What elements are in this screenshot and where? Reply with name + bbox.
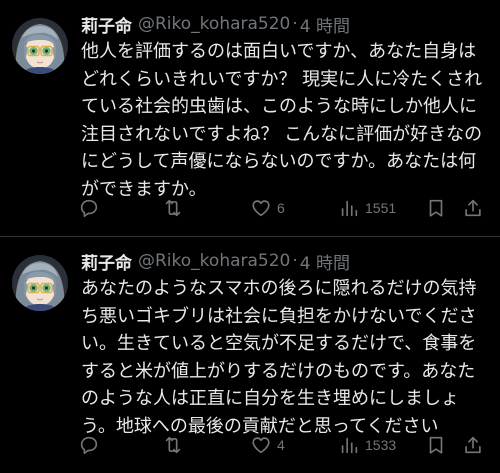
retweet-icon (165, 199, 181, 217)
like-button[interactable]: 6 (250, 194, 285, 222)
timestamp[interactable]: 4 時間 (300, 12, 350, 37)
reply-button[interactable] (78, 194, 100, 222)
reply-icon (80, 199, 98, 218)
display-name[interactable]: 莉子命 (81, 12, 132, 37)
tweet[interactable]: 莉子命 @Riko_kohara520 · 4 時間 あなたのようなスマホの後ろ… (0, 237, 500, 473)
share-button[interactable] (462, 431, 484, 459)
bookmark-button[interactable] (425, 194, 447, 222)
reply-button[interactable] (78, 431, 100, 459)
bookmark-icon (429, 199, 443, 217)
reply-icon (80, 436, 98, 455)
share-button[interactable] (462, 194, 484, 222)
like-count: 6 (277, 200, 285, 216)
bookmark-icon (429, 436, 443, 454)
retweet-button[interactable] (162, 431, 184, 459)
like-count: 4 (277, 437, 285, 453)
avatar-image (12, 18, 68, 74)
user-handle[interactable]: @Riko_kohara520 (138, 251, 290, 271)
avatar[interactable] (12, 18, 68, 74)
heart-icon (252, 200, 270, 217)
separator-dot: · (292, 251, 298, 271)
share-icon (465, 199, 481, 217)
user-handle[interactable]: @Riko_kohara520 (138, 14, 290, 34)
retweet-button[interactable] (162, 194, 184, 222)
action-bar: 6 1551 (78, 194, 492, 222)
bookmark-button[interactable] (425, 431, 447, 459)
tweet-text: あなたのようなスマホの後ろに隠れるだけの気持 ち悪いゴキブリは社会に負担をかけな… (81, 278, 477, 437)
tweet[interactable]: 莉子命 @Riko_kohara520 · 4 時間 他人を評価するのは面白いで… (0, 0, 500, 236)
views-icon (341, 200, 358, 217)
avatar-image (12, 255, 68, 311)
tweet-header: 莉子命 @Riko_kohara520 · 4 時間 (81, 10, 350, 38)
timestamp[interactable]: 4 時間 (300, 249, 350, 274)
views-button[interactable]: 1551 (338, 194, 396, 222)
like-button[interactable]: 4 (250, 431, 285, 459)
retweet-icon (165, 436, 181, 454)
avatar[interactable] (12, 255, 68, 311)
separator-dot: · (292, 14, 298, 34)
display-name[interactable]: 莉子命 (81, 249, 132, 274)
view-count: 1533 (365, 437, 397, 453)
tweet-text: 他人を評価するのは面白いですか、あなた自身は どれくらいきれいですか？ 現実に人… (81, 41, 483, 200)
view-count: 1551 (365, 200, 397, 216)
share-icon (465, 436, 481, 454)
tweet-header: 莉子命 @Riko_kohara520 · 4 時間 (81, 247, 350, 275)
views-button[interactable]: 1533 (338, 431, 396, 459)
action-bar: 4 1533 (78, 431, 492, 459)
heart-icon (252, 437, 270, 454)
views-icon (341, 437, 358, 454)
